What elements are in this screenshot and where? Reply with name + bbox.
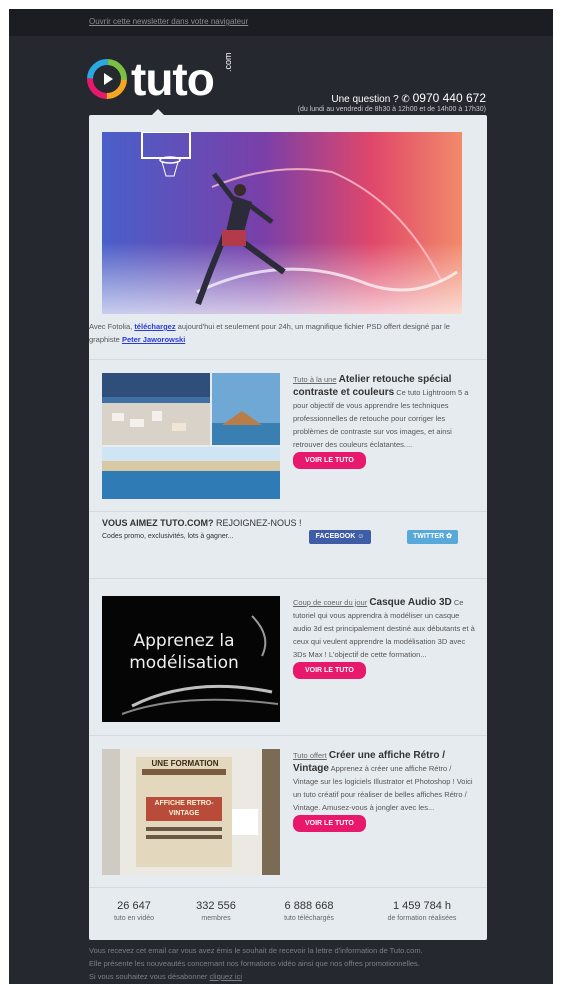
card-notch <box>151 109 165 116</box>
social-headline-bold: VOUS AIMEZ TUTO.COM? <box>102 518 214 528</box>
article-title[interactable]: Casque Audio 3D <box>369 597 451 608</box>
article-tag[interactable]: Tuto offert <box>293 751 327 760</box>
stat-label: tuto en vidéo <box>113 915 155 922</box>
article-offert: UNE FORMATION AFFICHE RETRO-VINTAGE Tuto… <box>102 749 474 877</box>
footer-line: Vous recevez cet email car vous avez émi… <box>89 946 423 955</box>
stat-value: 26 647 <box>117 900 151 912</box>
article-text: Tuto à la une Atelier retouche spécial c… <box>293 373 478 469</box>
logo-text: tuto <box>131 53 215 105</box>
view-tuto-button[interactable]: VOIR LE TUTO <box>293 815 366 832</box>
stat-label: membres <box>201 915 231 922</box>
divider <box>89 735 487 736</box>
top-bar: Ouvrir cette newsletter dans votre navig… <box>9 9 553 36</box>
logo-ring-icon <box>87 59 127 99</box>
author-link[interactable]: Peter Jaworowski <box>122 335 185 344</box>
social-block: VOUS AIMEZ TUTO.COM? REJOIGNEZ-NOUS ! Co… <box>102 518 474 568</box>
landscape-photo-collage <box>102 373 280 499</box>
stat-label: de formation réalisées <box>387 915 457 922</box>
thumbnail-caption: Apprenez la modélisation <box>129 631 239 673</box>
contact-block: Une question ? ✆ 0970 440 672 (du lundi … <box>298 91 486 113</box>
thumbnail-subtitle: AFFICHE RETRO-VINTAGE <box>154 800 214 817</box>
phone-number[interactable]: 0970 440 672 <box>413 91 486 105</box>
footer: Vous recevez cet email car vous avez émi… <box>89 944 509 983</box>
thumbnail-title: UNE FORMATION <box>151 759 219 768</box>
stat-members: 332 556 membres <box>181 900 251 922</box>
unsubscribe-link[interactable]: cliquez ici <box>210 972 243 981</box>
twitter-button[interactable]: TWITTER ✿ <box>407 530 458 544</box>
contact-hours: (du lundi au vendredi de 8h30 à 12h00 et… <box>297 106 486 113</box>
stat-value: 6 888 668 <box>284 900 334 912</box>
view-tuto-button[interactable]: VOIR LE TUTO <box>293 662 366 679</box>
facebook-button[interactable]: FACEBOOK ☺ <box>309 530 371 544</box>
stat-value: 1 459 784 h <box>392 900 452 912</box>
divider <box>89 511 487 512</box>
contact-question-line: Une question ? ✆ 0970 440 672 <box>298 91 486 105</box>
social-headline-rest: REJOIGNEZ-NOUS ! <box>213 518 302 528</box>
footer-unsubscribe-text: Si vous souhaitez vous désabonner <box>89 972 210 981</box>
article-tag[interactable]: Tuto à la une <box>293 375 337 384</box>
stat-videos: 26 647 tuto en vidéo <box>99 900 169 922</box>
phone-icon: ✆ <box>401 94 410 105</box>
logo-suffix: .com <box>223 52 233 72</box>
footer-line: Elle présente les nouveautés concernant … <box>89 959 420 968</box>
social-headline: VOUS AIMEZ TUTO.COM? REJOIGNEZ-NOUS ! <box>102 518 474 528</box>
question-label: Une question ? <box>331 94 399 105</box>
divider <box>89 359 487 360</box>
stat-training-hours: 1 459 784 h de formation réalisées <box>367 900 477 922</box>
facebook-label: FACEBOOK <box>315 533 356 540</box>
article-text: Tuto offert Créer une affiche Rétro / Vi… <box>293 749 478 832</box>
stat-label: tuto téléchargés <box>284 915 334 922</box>
basketball-dunk-illustration <box>102 132 462 314</box>
tuto-logo[interactable]: tuto .com <box>87 52 247 109</box>
open-in-browser-link[interactable]: Ouvrir cette newsletter dans votre navig… <box>89 17 248 26</box>
hero-caption: Avec Fotolia, téléchargez aujourd'hui et… <box>89 320 479 346</box>
hero-caption-text: Avec Fotolia, <box>89 322 135 331</box>
view-tuto-button[interactable]: VOIR LE TUTO <box>293 452 366 469</box>
stats-row: 26 647 tuto en vidéo 332 556 membres 6 8… <box>89 900 487 936</box>
article-thumbnail[interactable] <box>102 373 280 499</box>
article-thumbnail[interactable]: Apprenez la modélisation <box>102 596 280 722</box>
article-tag[interactable]: Coup de coeur du jour <box>293 598 367 607</box>
download-link[interactable]: téléchargez <box>134 322 175 331</box>
article-featured: Tuto à la une Atelier retouche spécial c… <box>102 373 474 501</box>
divider <box>89 887 487 888</box>
content-card: Avec Fotolia, téléchargez aujourd'hui et… <box>89 109 487 940</box>
divider <box>89 578 487 579</box>
stat-value: 332 556 <box>196 900 236 912</box>
footer-line: Si vous souhaitez vous désabonner clique… <box>89 970 509 983</box>
newsletter-frame: Ouvrir cette newsletter dans votre navig… <box>9 9 553 984</box>
stat-downloads: 6 888 668 tuto téléchargés <box>269 900 349 922</box>
article-thumbnail[interactable]: UNE FORMATION AFFICHE RETRO-VINTAGE <box>102 749 280 875</box>
people-icon: ☺ <box>357 533 365 540</box>
article-coup-de-coeur: Apprenez la modélisation Coup de coeur d… <box>102 596 475 724</box>
article-text: Coup de coeur du jour Casque Audio 3D Ce… <box>293 596 478 679</box>
hero-image[interactable] <box>102 132 462 314</box>
twitter-label: TWITTER <box>413 533 445 540</box>
bird-icon: ✿ <box>446 533 452 540</box>
